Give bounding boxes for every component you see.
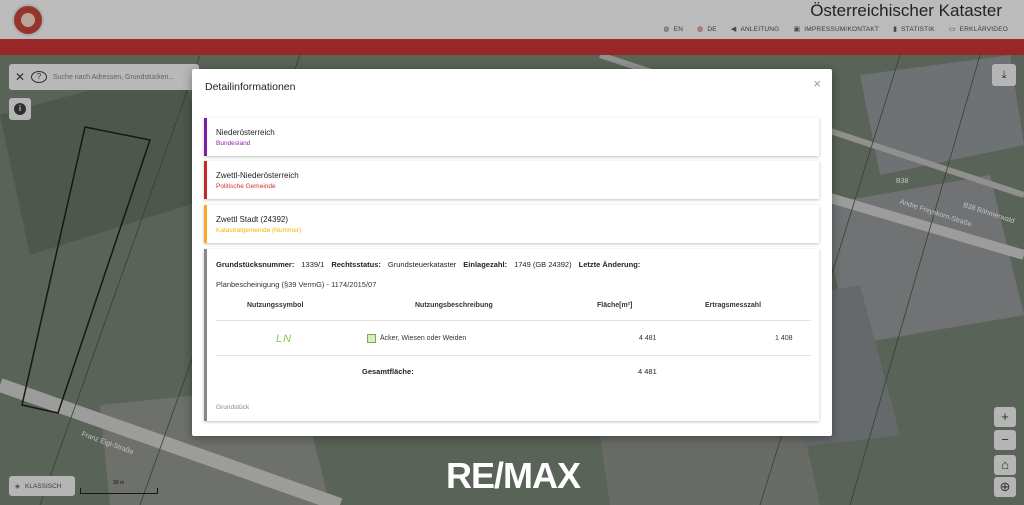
value-rechtsstatus: Grundsteuerkataster	[387, 260, 457, 269]
label-grundstuecksnummer: Grundstücksnummer:	[216, 260, 295, 269]
card-gemeinde: Zwettl-Niederösterreich Politische Gemei…	[204, 161, 819, 199]
value-grundstuecksnummer: 1339/1	[301, 260, 325, 269]
table-divider	[216, 320, 811, 321]
nutzungsbeschreibung: Äcker, Wiesen oder Weiden	[367, 334, 466, 343]
gesamtflaeche-value: 4 481	[638, 367, 657, 376]
ertrag-value: 1 408	[775, 335, 793, 342]
flaeche-value: 4 481	[639, 335, 657, 342]
value-einlagezahl: 1749 (GB 24392)	[514, 260, 572, 269]
landuse-swatch	[367, 334, 376, 343]
gemeinde-name: Zwettl-Niederösterreich	[216, 171, 299, 180]
remax-watermark: RE/MAX	[446, 455, 581, 496]
katastralgemeinde-type: Katastralgemeinde (Nummer)	[216, 227, 302, 234]
grundstueck-type: Grundstück	[216, 404, 250, 411]
modal-title: Detailinformationen	[205, 81, 296, 93]
card-katastralgemeinde: Zwettl Stadt (24392) Katastralgemeinde (…	[204, 205, 819, 243]
label-einlagezahl: Einlagezahl:	[463, 260, 508, 269]
col-header-ertrag: Ertragsmesszahl	[705, 302, 762, 309]
bundesland-type: Bundesland	[216, 140, 251, 147]
planbescheinigung: Planbescheinigung (§39 VermG) - 1174/201…	[216, 280, 377, 289]
katastralgemeinde-name: Zwettl Stadt (24392)	[216, 215, 289, 224]
bundesland-name: Niederösterreich	[216, 128, 275, 137]
detail-modal: Detailinformationen × Niederösterreich B…	[192, 69, 832, 436]
col-header-beschreibung: Nutzungsbeschreibung	[415, 302, 493, 309]
col-header-symbol: Nutzungssymbol	[247, 302, 304, 309]
gesamtflaeche-label: Gesamtfläche:	[362, 367, 414, 376]
grundstueck-fields: Grundstücksnummer: 1339/1 Rechtsstatus: …	[216, 260, 640, 269]
nutzungsbeschreibung-text: Äcker, Wiesen oder Weiden	[380, 335, 467, 342]
card-bundesland: Niederösterreich Bundesland	[204, 118, 819, 156]
gemeinde-type: Politische Gemeinde	[216, 183, 276, 190]
col-header-flaeche: Fläche[m²]	[597, 302, 633, 309]
label-letzte-aenderung: Letzte Änderung:	[578, 260, 641, 269]
nutzungssymbol: LN	[276, 333, 293, 345]
card-grundstueck: Grundstücksnummer: 1339/1 Rechtsstatus: …	[204, 249, 819, 421]
table-divider	[216, 355, 811, 356]
close-button[interactable]: ×	[813, 76, 821, 91]
label-rechtsstatus: Rechtsstatus:	[331, 260, 381, 269]
